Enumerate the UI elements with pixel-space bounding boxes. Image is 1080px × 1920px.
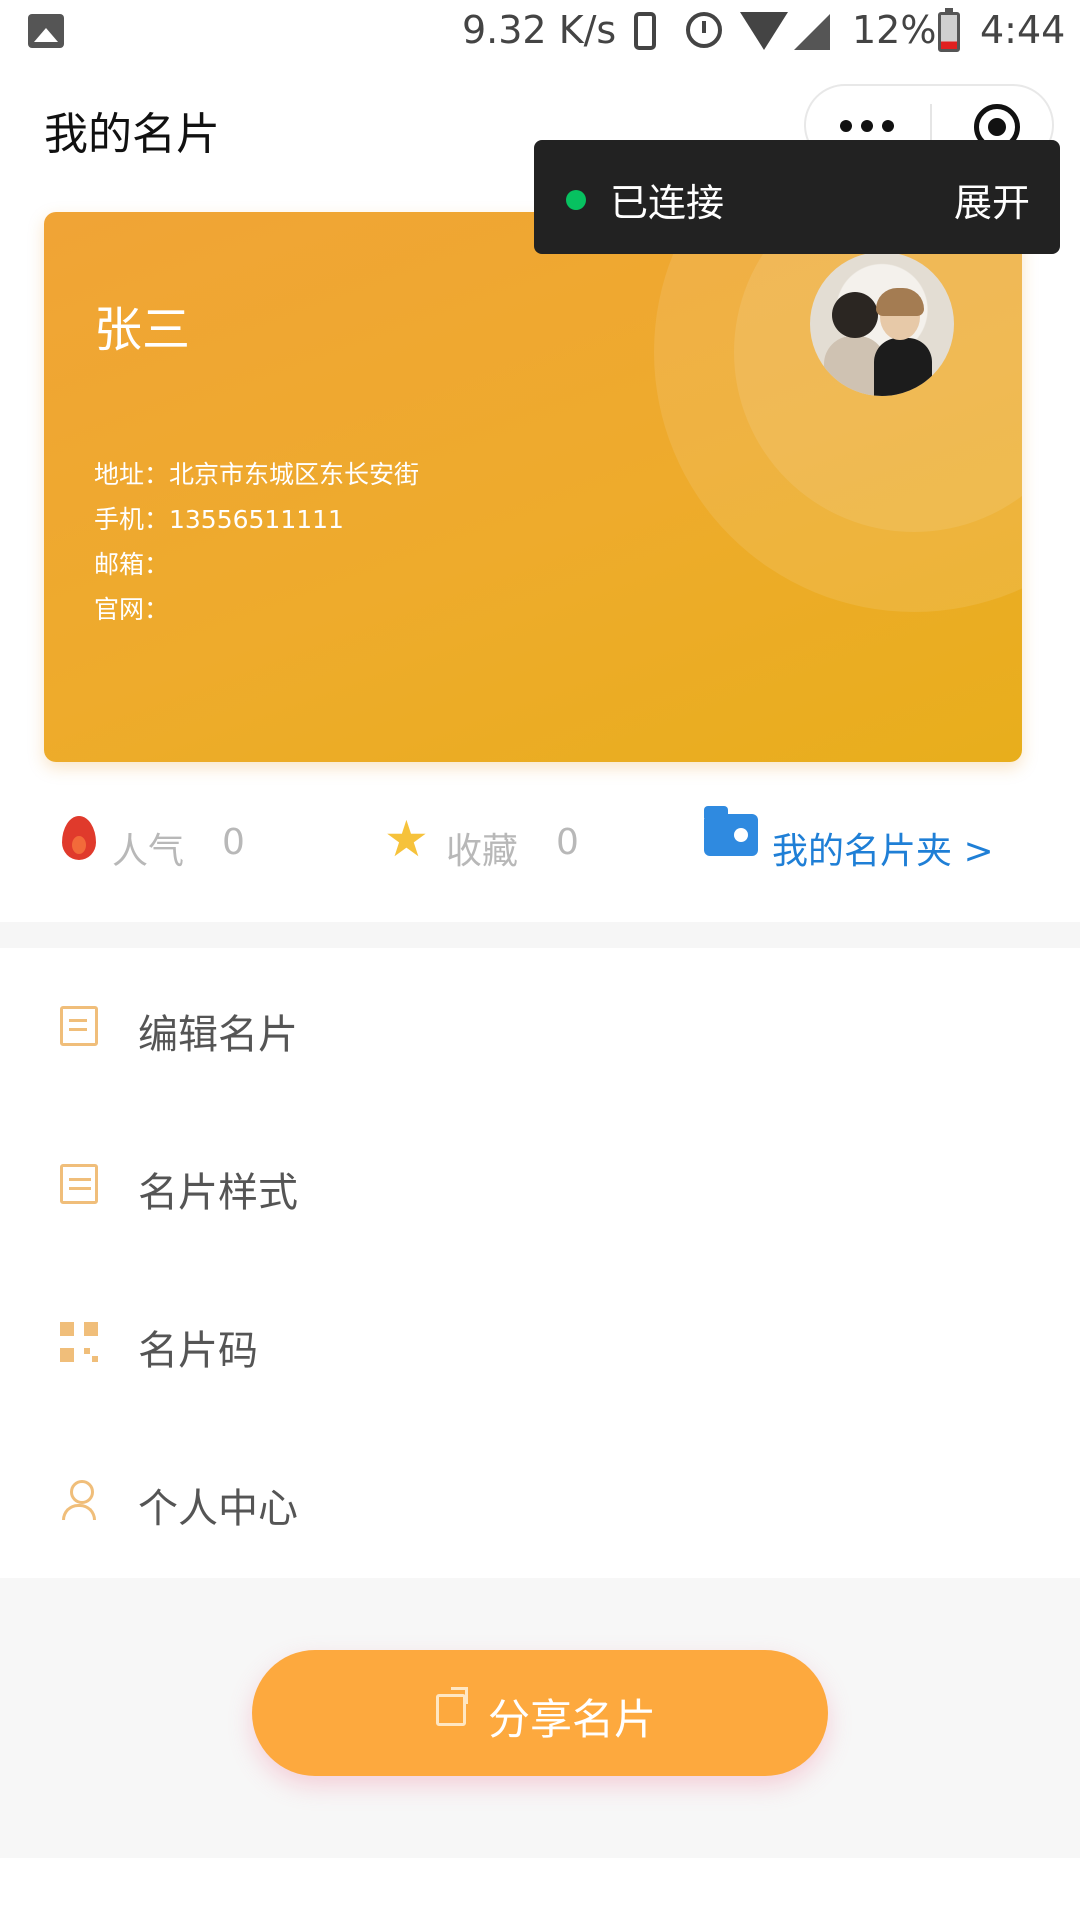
qr-code-icon xyxy=(60,1322,98,1362)
more-icon[interactable] xyxy=(840,114,894,138)
favorites-label: 收藏 xyxy=(446,831,519,872)
image-notification-icon xyxy=(28,14,64,48)
menu-item-card-style[interactable]: 名片样式 xyxy=(0,1106,1080,1264)
menu-item-card-code[interactable]: 名片码 xyxy=(0,1264,1080,1422)
connection-status: 已连接 xyxy=(610,181,725,225)
folder-icon[interactable] xyxy=(704,806,758,856)
card-name: 张三 xyxy=(94,302,191,358)
menu-item-label: 个人中心 xyxy=(138,1486,298,1532)
status-bar: 9.32 K/s 12% 4:44 xyxy=(0,0,1080,64)
expand-button[interactable]: 展开 xyxy=(954,172,1030,227)
card-email: 邮箱： xyxy=(94,550,170,579)
card-style-icon xyxy=(60,1164,98,1204)
signal-icon xyxy=(794,14,830,50)
edit-icon xyxy=(60,1006,98,1046)
card-info: 地址：北京市东城区东长安街 手机：13556511111 邮箱： 官网： xyxy=(94,452,419,632)
section-divider xyxy=(0,922,1080,948)
bottom-area: 分享名片 xyxy=(0,1578,1080,1858)
page-title: 我的名片 xyxy=(44,109,220,160)
favorites-value: 0 xyxy=(556,822,579,863)
battery-icon xyxy=(938,8,960,52)
menu-item-personal-center[interactable]: 个人中心 xyxy=(0,1422,1080,1580)
network-speed: 9.32 K/s xyxy=(462,8,617,52)
business-card[interactable]: 张三 地址：北京市东城区东长安街 手机：13556511111 邮箱： 官网： xyxy=(44,212,1022,762)
card-address: 地址：北京市东城区东长安街 xyxy=(94,460,420,489)
share-card-label: 分享名片 xyxy=(488,1695,657,1744)
share-icon xyxy=(436,1687,468,1726)
share-card-button[interactable]: 分享名片 xyxy=(252,1650,828,1776)
avatar xyxy=(810,252,954,396)
clock: 4:44 xyxy=(980,8,1066,52)
star-icon: ★ xyxy=(384,810,429,868)
stats-row: 人气 0 ★ 收藏 0 我的名片夹 > xyxy=(0,800,1080,900)
alarm-icon xyxy=(686,12,722,48)
my-card-folder-link[interactable]: 我的名片夹 > xyxy=(772,822,994,874)
connected-dot-icon xyxy=(566,190,586,210)
connection-toast: 已连接 展开 xyxy=(534,140,1060,254)
menu-item-label: 编辑名片 xyxy=(138,1012,298,1058)
card-phone: 手机：13556511111 xyxy=(94,505,344,534)
battery-percent: 12% xyxy=(852,8,937,52)
menu-item-label: 名片码 xyxy=(138,1328,258,1374)
popularity-value: 0 xyxy=(222,822,245,863)
card-website: 官网： xyxy=(94,595,170,624)
wifi-icon xyxy=(740,12,788,50)
menu-item-edit-card[interactable]: 编辑名片 xyxy=(0,948,1080,1106)
phone-icon xyxy=(634,12,656,50)
popularity-label: 人气 xyxy=(112,831,185,872)
menu-list: 编辑名片 名片样式 名片码 个人中心 xyxy=(0,948,1080,1578)
menu-item-label: 名片样式 xyxy=(138,1170,298,1216)
fire-icon xyxy=(62,816,96,860)
user-icon xyxy=(60,1480,98,1520)
